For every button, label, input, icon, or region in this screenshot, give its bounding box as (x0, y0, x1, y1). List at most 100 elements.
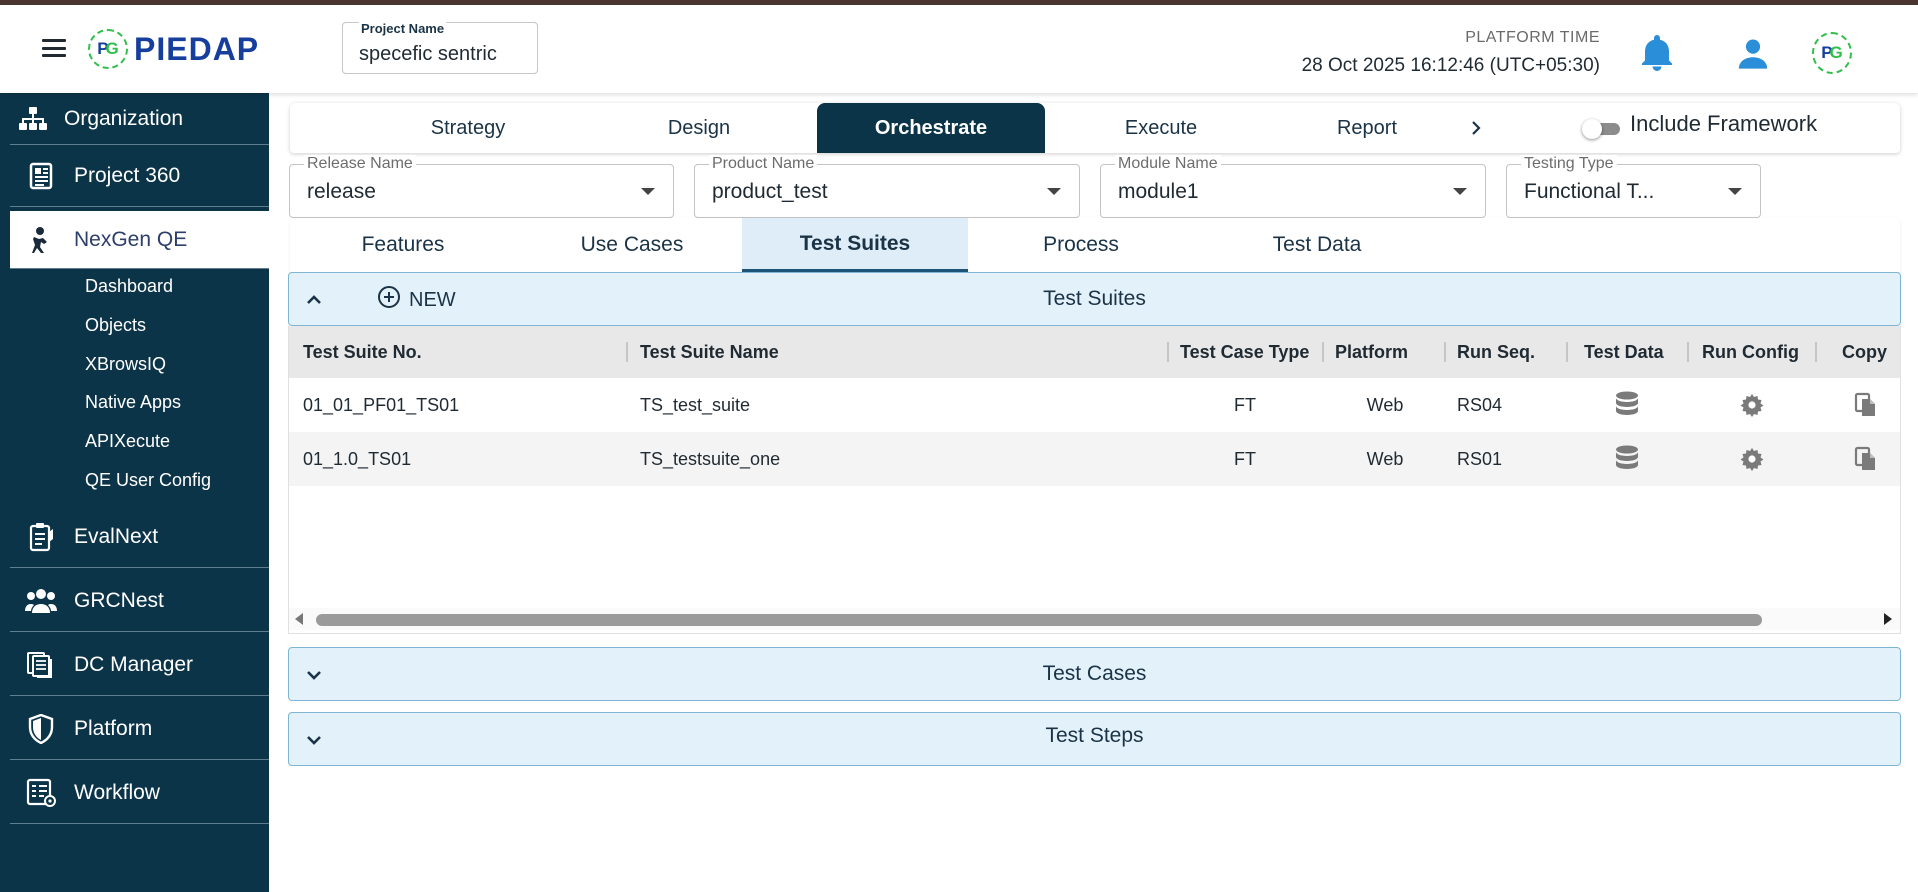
sidebar-subitem-objects[interactable]: Objects (85, 315, 146, 336)
toggle-knob (1582, 119, 1602, 139)
sidebar-item-grcnest[interactable]: GRCNest (10, 570, 269, 632)
test-suites-panel-header[interactable]: NEW Test Suites (288, 272, 1901, 326)
chevron-right-icon[interactable] (1464, 103, 1488, 153)
logo-text: PIEDAP (134, 30, 260, 67)
bell-icon[interactable] (1637, 33, 1677, 73)
tab-execute[interactable]: Execute (1048, 103, 1274, 153)
caret-down-icon (1728, 188, 1742, 195)
column-divider (1322, 342, 1324, 362)
test-suites-title: Test Suites (1043, 287, 1146, 310)
brand-badge-icon[interactable]: PG (1812, 32, 1852, 74)
sidebar-item-label: NexGen QE (74, 227, 188, 251)
hierarchy-icon (16, 103, 50, 135)
user-icon[interactable] (1733, 33, 1773, 73)
clipboard-icon (24, 521, 58, 553)
cell-case-type: FT (1234, 448, 1256, 469)
sidebar-item-workflow[interactable]: Workflow (10, 762, 269, 824)
copy-icon[interactable] (1852, 391, 1880, 419)
product-name-label: Product Name (709, 155, 818, 173)
column-divider (1167, 342, 1169, 362)
sidebar-item-organization[interactable]: Organization (10, 93, 269, 145)
copy-icon[interactable] (1852, 445, 1880, 473)
testing-type-select[interactable]: Testing Type Functional T... (1506, 155, 1761, 218)
sidebar-subitem-xbrowsiq[interactable]: XBrowsIQ (85, 354, 166, 375)
app-logo[interactable]: PG PIEDAP (88, 29, 259, 69)
column-divider (1566, 342, 1568, 362)
col-test-suite-no[interactable]: Test Suite No. (303, 326, 422, 378)
scrollbar-thumb[interactable] (316, 614, 1762, 626)
subtab-process[interactable]: Process (978, 218, 1184, 272)
agent-icon (24, 224, 58, 256)
subtab-test-suites[interactable]: Test Suites (742, 218, 968, 272)
sidebar-item-label: DC Manager (74, 652, 194, 676)
sidebar-item-dc-manager[interactable]: DC Manager (10, 634, 269, 696)
product-name-value: product_test (712, 180, 828, 203)
module-name-label: Module Name (1115, 155, 1221, 173)
test-cases-title: Test Cases (1042, 662, 1147, 685)
table-row[interactable]: 01_01_PF01_TS01 TS_test_suite FT Web RS0… (289, 378, 1900, 432)
module-name-select[interactable]: Module Name module1 (1100, 155, 1486, 218)
test-cases-panel-header[interactable]: Test Cases (288, 647, 1901, 701)
subtab-features[interactable]: Features (310, 218, 496, 272)
database-icon[interactable] (1613, 445, 1641, 473)
sidebar-item-project-360[interactable]: Project 360 (10, 145, 269, 207)
newspaper-icon (24, 160, 58, 192)
col-run-seq[interactable]: Run Seq. (1457, 326, 1535, 378)
col-test-case-type[interactable]: Test Case Type (1180, 326, 1309, 378)
tab-design[interactable]: Design (586, 103, 812, 153)
table-row[interactable]: 01_1.0_TS01 TS_testsuite_one FT Web RS01 (289, 432, 1900, 486)
include-framework-toggle[interactable] (1582, 119, 1620, 139)
gear-icon[interactable] (1738, 445, 1766, 473)
sidebar-subitem-qe-user-config[interactable]: QE User Config (85, 470, 211, 491)
sidebar-item-platform[interactable]: Platform (10, 698, 269, 760)
horizontal-scrollbar[interactable] (289, 608, 1900, 630)
cell-platform: Web (1366, 394, 1404, 415)
scroll-right-arrow-icon[interactable] (1884, 613, 1892, 625)
sidebar-item-label: Organization (64, 106, 184, 130)
scroll-left-arrow-icon[interactable] (295, 613, 303, 625)
col-test-suite-name[interactable]: Test Suite Name (640, 326, 779, 378)
cell-suite-name: TS_testsuite_one (640, 448, 781, 469)
testing-type-value: Functional T... (1524, 180, 1655, 203)
subtab-test-data[interactable]: Test Data (1204, 218, 1430, 272)
sidebar-subitem-apixecute[interactable]: APIXecute (85, 431, 170, 452)
sidebar-subitem-dashboard[interactable]: Dashboard (85, 276, 173, 297)
gear-icon[interactable] (1738, 391, 1766, 419)
project-name-field[interactable]: Project Name specefic sentric (342, 21, 538, 74)
module-name-value: module1 (1118, 180, 1199, 203)
sub-tabs: Features Use Cases Test Suites Process T… (290, 218, 1900, 272)
project-name-label: Project Name (359, 21, 447, 36)
release-name-select[interactable]: Release Name release (289, 155, 674, 218)
cell-case-type: FT (1234, 394, 1256, 415)
sidebar-item-label: GRCNest (74, 588, 164, 612)
database-icon[interactable] (1613, 391, 1641, 419)
tab-report[interactable]: Report (1274, 103, 1460, 153)
menu-icon[interactable] (42, 39, 66, 57)
release-name-label: Release Name (304, 155, 416, 173)
sidebar-subitem-native-apps[interactable]: Native Apps (85, 392, 181, 413)
tab-orchestrate[interactable]: Orchestrate (817, 103, 1045, 153)
col-platform[interactable]: Platform (1335, 326, 1408, 378)
testing-type-label: Testing Type (1521, 155, 1617, 173)
col-test-data[interactable]: Test Data (1584, 326, 1664, 378)
subtab-use-cases[interactable]: Use Cases (526, 218, 738, 272)
table-header: Test Suite No. Test Suite Name Test Case… (289, 326, 1900, 378)
product-name-select[interactable]: Product Name product_test (694, 155, 1080, 218)
column-divider (626, 342, 628, 362)
cell-suite-name: TS_test_suite (640, 394, 751, 415)
test-suites-table: Test Suite No. Test Suite Name Test Case… (288, 326, 1901, 634)
sidebar-item-nexgen-qe[interactable]: NexGen QE (10, 211, 269, 269)
col-copy[interactable]: Copy (1842, 326, 1887, 378)
column-divider (1815, 342, 1817, 362)
col-run-config[interactable]: Run Config (1702, 326, 1799, 378)
test-steps-panel-header[interactable]: Test Steps (288, 712, 1901, 766)
sidebar-item-label: EvalNext (74, 524, 159, 548)
caret-down-icon (1453, 188, 1467, 195)
sidebar-item-evalnext[interactable]: EvalNext (10, 506, 269, 568)
tab-strategy[interactable]: Strategy (350, 103, 586, 153)
logo-badge-icon: PG (88, 29, 128, 69)
platform-time-label: PLATFORM TIME (1465, 29, 1600, 46)
sidebar-item-label: Project 360 (74, 163, 181, 187)
column-divider (1444, 342, 1446, 362)
users-icon (24, 585, 58, 617)
